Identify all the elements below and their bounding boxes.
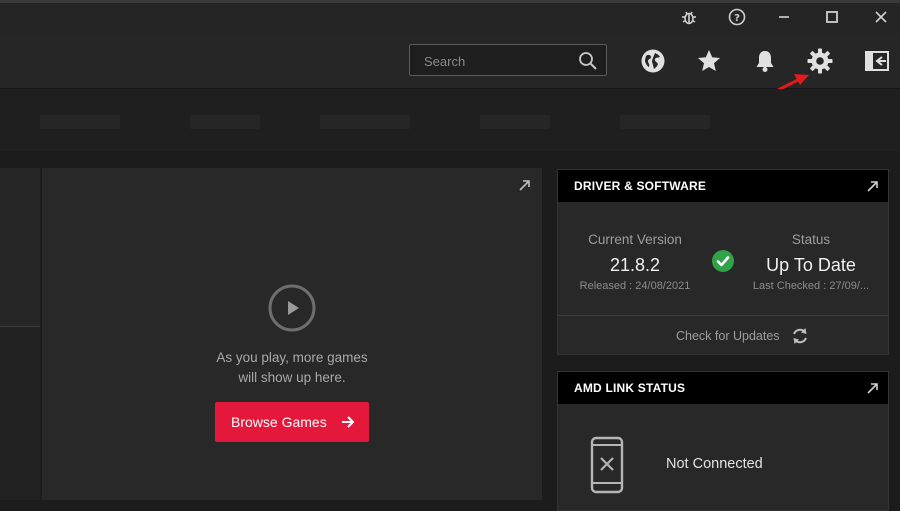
card-header: AMD LINK STATUS (558, 372, 888, 404)
search-input[interactable] (410, 45, 586, 77)
svg-text:?: ? (734, 13, 740, 24)
browse-games-button[interactable]: Browse Games (215, 402, 369, 442)
released-date: Released : 24/08/2021 (579, 280, 691, 292)
nav-placeholder (190, 115, 260, 129)
exit-fullscreen-icon[interactable] (862, 46, 892, 76)
globe-icon[interactable] (638, 46, 668, 76)
games-panel: As you play, more games will show up her… (42, 168, 542, 500)
status-value: Up To Date (766, 255, 856, 275)
link-status-text: Not Connected (666, 456, 763, 472)
left-panel (0, 168, 40, 500)
games-message-line: As you play, more games (216, 350, 368, 365)
card-title: DRIVER & SOFTWARE (574, 179, 707, 193)
last-checked: Last Checked : 27/09/... (752, 280, 870, 292)
left-panel-lower (0, 327, 40, 500)
search-box[interactable] (409, 44, 607, 77)
maximize-icon[interactable] (819, 6, 845, 28)
nav-placeholder (320, 115, 410, 129)
close-icon[interactable] (868, 6, 894, 28)
status-label: Status (791, 232, 831, 247)
nav-placeholder (40, 115, 120, 129)
divider (558, 315, 888, 316)
expand-icon[interactable] (866, 381, 880, 395)
arrow-right-icon (342, 416, 355, 428)
bug-report-icon[interactable] (676, 6, 702, 28)
card-title: AMD LINK STATUS (574, 381, 686, 395)
check-for-updates-link[interactable]: Check for Updates (676, 329, 780, 343)
expand-icon[interactable] (518, 178, 532, 192)
browse-games-label: Browse Games (231, 414, 327, 430)
favorites-star-icon[interactable] (694, 46, 724, 76)
phone-disconnected-icon (590, 436, 624, 494)
nav-placeholder (620, 115, 710, 129)
expand-icon[interactable] (866, 179, 880, 193)
secondary-nav-bar (0, 89, 900, 151)
card-header: DRIVER & SOFTWARE (558, 170, 888, 202)
current-version-value: 21.8.2 (609, 255, 661, 275)
games-empty-message: As you play, more games will show up her… (192, 348, 392, 388)
play-icon (268, 284, 316, 332)
minimize-icon[interactable] (771, 6, 797, 28)
current-version-label: Current Version (588, 232, 682, 247)
games-message-line: will show up here. (238, 370, 346, 385)
amd-link-status-card: AMD LINK STATUS Not Connected (557, 371, 889, 511)
driver-software-card: DRIVER & SOFTWARE Current Version 21.8.2… (557, 169, 889, 355)
title-strip (0, 0, 900, 3)
status-ok-icon (712, 250, 734, 272)
title-bar: ? (0, 0, 900, 34)
search-icon[interactable] (578, 51, 598, 76)
help-icon[interactable]: ? (724, 6, 750, 28)
nav-placeholder (480, 115, 550, 129)
refresh-icon[interactable] (790, 326, 810, 346)
